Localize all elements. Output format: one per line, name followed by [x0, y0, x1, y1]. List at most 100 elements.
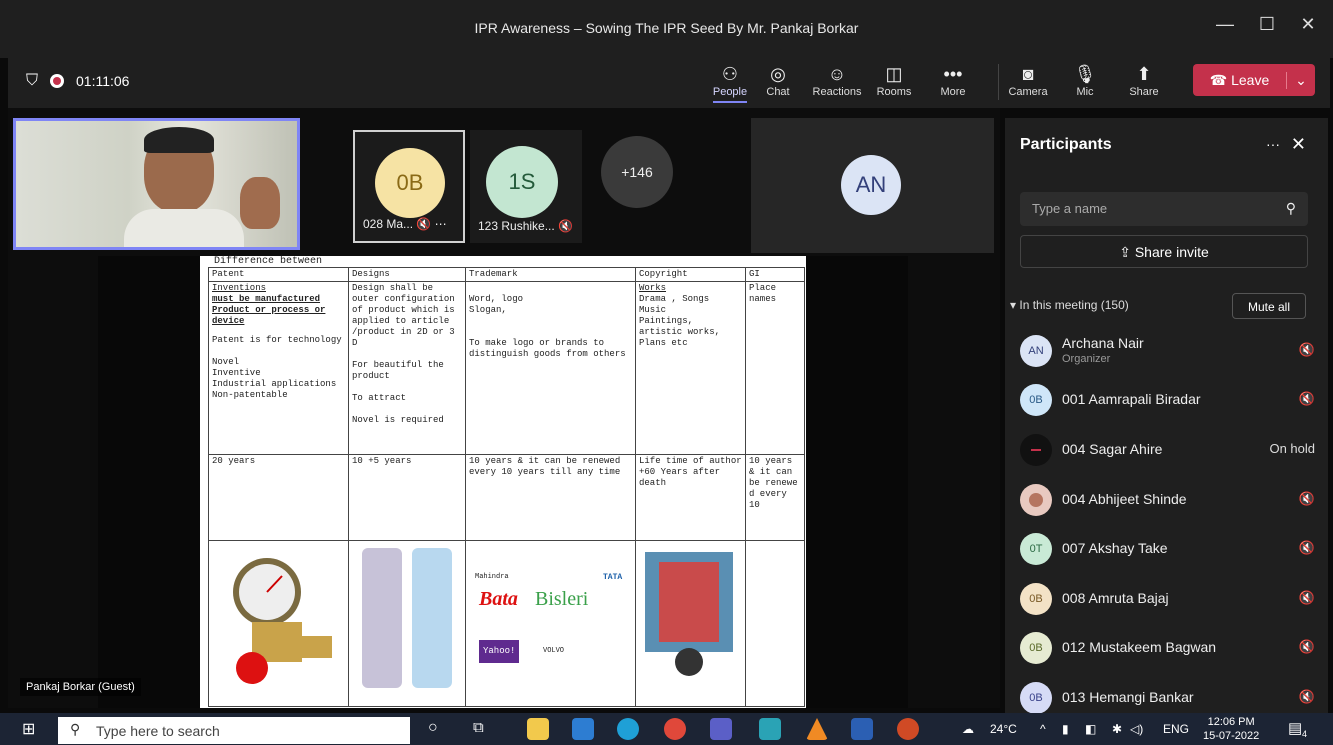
volume-icon[interactable]: ◁)	[1130, 722, 1143, 736]
header-cell: Trademark	[465, 267, 636, 282]
notification-icon[interactable]: ▤	[1288, 719, 1302, 737]
edge-icon[interactable]	[617, 718, 639, 740]
leave-button[interactable]: ☎ Leave ⌄	[1193, 64, 1315, 96]
presenter-shirt	[124, 209, 244, 247]
participant-row[interactable]: 004 Sagar Ahire On hold	[1020, 430, 1315, 470]
presenter-video[interactable]	[13, 118, 300, 250]
powerpoint-icon[interactable]	[897, 718, 919, 740]
rooms-button[interactable]: ◫ Rooms	[866, 62, 922, 98]
participant-search-input[interactable]: Type a name ⚲	[1020, 192, 1308, 226]
hold-indicator	[1031, 449, 1041, 451]
participant-name: 004 Abhijeet Shinde	[1062, 491, 1187, 507]
shield-icon[interactable]: ⛉	[26, 72, 38, 90]
participant-row[interactable]: AN Archana Nair Organizer 🔇	[1020, 331, 1315, 371]
notification-count: 4	[1302, 729, 1308, 739]
table-cell: Inventions must be manufactured Product …	[208, 281, 349, 455]
windows-taskbar: ⊞ ⚲ Type here to search ○ ⧉ ☁ 24°C ^ ▮ ◧…	[0, 713, 1333, 745]
participant-name: 008 Amruta Bajaj	[1062, 590, 1169, 606]
participant-name: 004 Sagar Ahire	[1062, 441, 1163, 457]
mute-all-button[interactable]: Mute all	[1232, 293, 1306, 319]
vlc-icon[interactable]	[806, 718, 828, 740]
avatar-photo	[1020, 484, 1052, 516]
avatar: 1S	[486, 146, 558, 218]
participant-tile[interactable]: 0B 028 Ma... 🔇 ⋯	[353, 130, 465, 243]
avatar: AN	[841, 155, 901, 215]
cortana-icon[interactable]: ○	[428, 719, 438, 737]
teams-icon[interactable]	[710, 718, 732, 740]
avatar: 0B	[1020, 632, 1052, 664]
share-invite-label: Share invite	[1134, 244, 1209, 260]
share-button[interactable]: ⬆ Share	[1116, 62, 1172, 98]
participant-row[interactable]: 0T 007 Akshay Take 🔇	[1020, 529, 1315, 569]
cell-text: Product or process or device	[212, 305, 326, 326]
minimize-button[interactable]: —	[1210, 14, 1240, 35]
more-options-icon[interactable]: ···	[1266, 136, 1280, 152]
participant-row[interactable]: 0B 008 Amruta Bajaj 🔇	[1020, 579, 1315, 619]
participant-tile[interactable]: 1S 123 Rushike... 🔇	[470, 130, 582, 243]
brand-logo-volvo: VOLVO	[543, 647, 565, 655]
table-cell: 10 years & it can be renewed every 10 ye…	[465, 454, 636, 541]
share-invite-button[interactable]: ⇪ Share invite	[1020, 235, 1308, 268]
in-meeting-label: In this meeting (150)	[1019, 298, 1129, 312]
chevron-down-icon: ▾	[1010, 298, 1017, 312]
participant-tile-an[interactable]: AN	[751, 118, 994, 253]
tile-name: 028 Ma...	[363, 217, 414, 231]
mic-off-icon: 🔇	[416, 217, 432, 231]
brand-logo-bata: Bata	[479, 588, 518, 610]
camera-button[interactable]: ◙ Camera	[1000, 62, 1056, 98]
photo-face	[1029, 493, 1043, 507]
chrome-icon[interactable]	[664, 718, 686, 740]
meeting-status: ⛉ 01:11:06	[26, 72, 129, 90]
participant-row[interactable]: 0B 001 Aamrapali Biradar 🔇	[1020, 380, 1315, 420]
more-button[interactable]: ••• More	[925, 62, 981, 98]
table-cell: Word, logo Slogan, To make logo or brand…	[465, 281, 636, 455]
photos-icon[interactable]	[759, 718, 781, 740]
cell-text: must be manufactured	[212, 294, 321, 304]
leave-main[interactable]: ☎ Leave	[1193, 71, 1287, 89]
participant-status: On hold	[1269, 441, 1315, 456]
chevron-down-icon[interactable]: ⌄	[1287, 72, 1315, 89]
meeting-timer: 01:11:06	[76, 73, 130, 89]
participant-row[interactable]: 0B 013 Hemangi Bankar 🔇	[1020, 678, 1315, 718]
table-cell: Place names	[745, 281, 805, 455]
close-icon[interactable]: ✕	[1291, 134, 1306, 155]
avatar: 0B	[375, 148, 445, 218]
file-explorer-icon[interactable]	[527, 718, 549, 740]
close-button[interactable]: ✕	[1293, 14, 1323, 35]
mail-icon[interactable]	[572, 718, 594, 740]
system-clock[interactable]: 12:06 PM 15-07-2022	[1203, 715, 1259, 743]
word-icon[interactable]	[851, 718, 873, 740]
reactions-button[interactable]: ☺ Reactions	[809, 62, 865, 98]
mic-button[interactable]: 🎙 Mic	[1057, 62, 1113, 98]
table-cell	[635, 540, 746, 707]
taskbar-search-input[interactable]: ⚲ Type here to search	[58, 717, 410, 744]
avatar: AN	[1020, 335, 1052, 367]
maximize-button[interactable]: ☐	[1252, 14, 1282, 35]
language-indicator[interactable]: ENG	[1163, 722, 1189, 736]
windows-start-icon[interactable]: ⊞	[22, 719, 35, 739]
participant-row[interactable]: 004 Abhijeet Shinde 🔇	[1020, 480, 1315, 520]
chat-button[interactable]: ◎ Chat	[750, 62, 806, 98]
participant-name: 001 Aamrapali Biradar	[1062, 391, 1201, 407]
overflow-participants-button[interactable]: +146	[601, 136, 673, 208]
chevron-up-icon[interactable]: ^	[1040, 722, 1046, 736]
search-icon[interactable]: ⚲	[1286, 200, 1296, 217]
brand-logo-bisleri: Bisleri	[535, 588, 589, 610]
mic-off-icon: 🔇	[1298, 689, 1315, 704]
brand-logo-yahoo: Yahoo!	[479, 640, 520, 663]
phone-icon: ☎	[1209, 71, 1228, 88]
chat-icon: ◎	[770, 64, 786, 84]
more-icon[interactable]: ⋯	[435, 217, 447, 231]
cell-text: Drama , Songs Music Paintings, artistic …	[639, 294, 721, 348]
battery-icon[interactable]: ▮	[1062, 722, 1069, 736]
task-view-icon[interactable]: ⧉	[473, 719, 484, 736]
bluetooth-icon[interactable]: ✱	[1112, 722, 1122, 736]
temperature[interactable]: 24°C	[990, 722, 1017, 736]
in-meeting-header[interactable]: ▾ In this meeting (150)	[1010, 298, 1129, 312]
participant-row[interactable]: 0B 012 Mustakeem Bagwan 🔇	[1020, 628, 1315, 668]
artwork-image	[645, 552, 733, 676]
avatar	[1020, 434, 1052, 466]
weather-icon[interactable]: ☁	[962, 722, 974, 736]
participant-name: 013 Hemangi Bankar	[1062, 689, 1194, 705]
network-icon[interactable]: ◧	[1085, 722, 1096, 736]
